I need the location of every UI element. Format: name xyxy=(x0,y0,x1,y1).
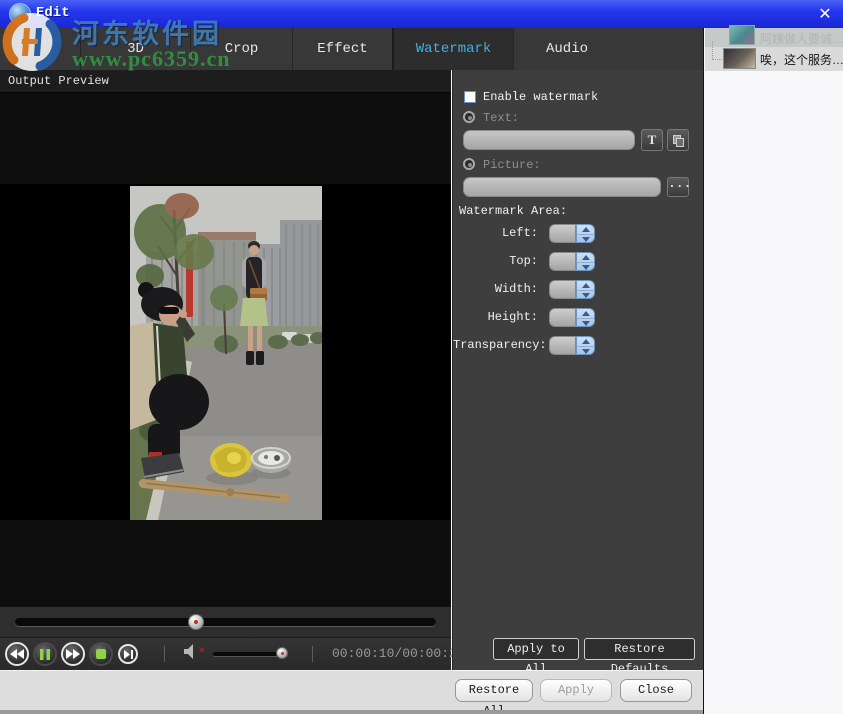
tab-3d[interactable]: 3D xyxy=(80,28,190,70)
top-spinner-value[interactable] xyxy=(549,252,576,271)
width-label: Width: xyxy=(453,282,538,296)
step-frame-button[interactable] xyxy=(118,644,138,664)
picture-radio[interactable] xyxy=(463,158,475,170)
transparency-row: Transparency: xyxy=(453,336,704,356)
footer-edge xyxy=(0,710,705,714)
list-item[interactable]: 唉，这个服务… xyxy=(705,47,843,71)
video-thumbnail xyxy=(729,25,755,45)
rewind-icon xyxy=(10,649,24,659)
left-spinner-up-icon[interactable] xyxy=(577,225,594,233)
left-row: Left: xyxy=(453,224,704,244)
picture-radio-label: Picture: xyxy=(483,158,541,172)
speaker-muted-icon xyxy=(184,644,199,659)
restore-all-button[interactable]: Restore All xyxy=(455,679,533,702)
stop-button[interactable] xyxy=(89,642,113,666)
tab-bar: 3D Crop Effect Watermark Audio xyxy=(0,28,705,70)
height-row: Height: xyxy=(453,308,704,328)
height-label: Height: xyxy=(453,310,538,324)
edit-dialog: Edit ✕ 3D Crop Effect Watermark Audio Ou… xyxy=(0,0,843,714)
watermark-text-input[interactable] xyxy=(463,130,635,150)
pause-button[interactable] xyxy=(33,642,57,666)
tab-effect[interactable]: Effect xyxy=(292,28,392,70)
tab-crop[interactable]: Crop xyxy=(190,28,292,70)
close-icon[interactable]: ✕ xyxy=(815,4,835,24)
apply-button[interactable]: Apply xyxy=(540,679,612,702)
top-spinner-up-icon[interactable] xyxy=(577,253,594,261)
height-spinner-up-icon[interactable] xyxy=(577,309,594,317)
fast-forward-icon xyxy=(66,649,80,659)
seek-thumb[interactable] xyxy=(188,614,204,630)
seek-bar-area xyxy=(0,607,451,637)
pause-icon xyxy=(40,649,50,660)
video-thumbnail xyxy=(723,48,756,69)
transparency-spinner-down-icon[interactable] xyxy=(577,346,594,354)
font-button[interactable]: T xyxy=(641,129,663,151)
top-spinner-down-icon[interactable] xyxy=(577,262,594,270)
left-spinner-value[interactable] xyxy=(549,224,576,243)
width-spinner-down-icon[interactable] xyxy=(577,290,594,298)
watermark-picture-input[interactable] xyxy=(463,177,661,197)
mute-x-icon: ✕ xyxy=(198,646,206,656)
font-color-button[interactable] xyxy=(667,129,689,151)
list-item-label: 唉，这个服务… xyxy=(760,51,843,68)
transport-bar: ✕ 00:00:10/00:00:23 xyxy=(0,637,451,670)
tab-watermark[interactable]: Watermark xyxy=(392,28,513,70)
volume-thumb[interactable] xyxy=(276,647,288,659)
divider xyxy=(312,646,313,662)
width-spinner-value[interactable] xyxy=(549,280,576,299)
top-spinner xyxy=(549,252,595,271)
overlap-squares-icon xyxy=(676,138,684,147)
top-label: Top: xyxy=(453,254,538,268)
transparency-spinner xyxy=(549,336,595,355)
height-spinner xyxy=(549,308,595,327)
step-frame-icon xyxy=(124,650,133,659)
transparency-spinner-up-icon[interactable] xyxy=(577,337,594,345)
height-spinner-down-icon[interactable] xyxy=(577,318,594,326)
height-spinner-value[interactable] xyxy=(549,308,576,327)
output-preview-header: Output Preview xyxy=(0,70,451,93)
video-frame xyxy=(130,186,322,520)
left-label: Left: xyxy=(453,226,538,240)
time-display: 00:00:10/00:00:23 xyxy=(332,646,465,661)
transparency-spinner-value[interactable] xyxy=(549,336,576,355)
titlebar: Edit ✕ xyxy=(0,0,843,28)
close-button[interactable]: Close xyxy=(620,679,692,702)
text-radio[interactable] xyxy=(463,111,475,123)
left-spinner xyxy=(549,224,595,243)
preview-area xyxy=(0,93,451,607)
list-item-label: 阿姨做人要诚… xyxy=(760,30,843,47)
browse-button[interactable]: ... xyxy=(667,177,689,197)
apply-to-all-button[interactable]: Apply to All xyxy=(493,638,579,660)
width-spinner xyxy=(549,280,595,299)
watermark-panel: Enable watermark Text: T Picture: ... Wa… xyxy=(452,70,703,670)
seek-track[interactable] xyxy=(15,618,436,626)
enable-watermark-label: Enable watermark xyxy=(483,90,598,104)
mute-button[interactable]: ✕ xyxy=(184,644,206,662)
tab-audio[interactable]: Audio xyxy=(513,28,620,70)
enable-watermark-checkbox[interactable] xyxy=(464,91,476,103)
list-item[interactable]: 阿姨做人要诚… xyxy=(705,28,843,47)
background-window: 阿姨做人要诚… 唉，这个服务… xyxy=(703,28,843,714)
divider xyxy=(164,646,165,662)
left-spinner-down-icon[interactable] xyxy=(577,234,594,242)
app-globe-icon xyxy=(9,3,31,25)
top-row: Top: xyxy=(453,252,704,272)
fast-forward-button[interactable] xyxy=(61,642,85,666)
width-spinner-up-icon[interactable] xyxy=(577,281,594,289)
stop-icon xyxy=(96,649,106,659)
watermark-area-label: Watermark Area: xyxy=(459,204,567,218)
footer-bar: Restore All Apply Close xyxy=(0,670,705,710)
transparency-label: Transparency: xyxy=(453,338,538,352)
text-radio-label: Text: xyxy=(483,111,519,125)
window-title: Edit xyxy=(36,5,70,21)
width-row: Width: xyxy=(453,280,704,300)
restore-defaults-button[interactable]: Restore Defaults xyxy=(584,638,695,660)
rewind-button[interactable] xyxy=(5,642,29,666)
